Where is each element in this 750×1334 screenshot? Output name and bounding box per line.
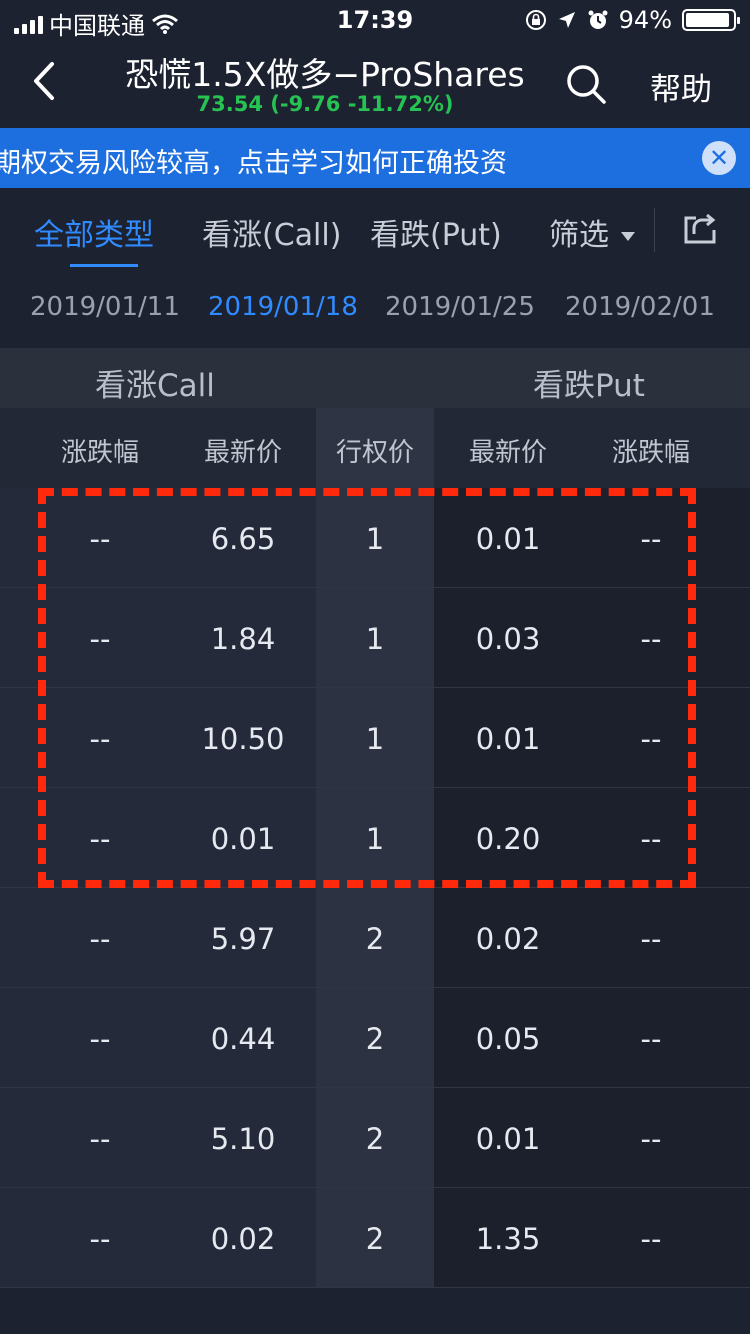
call-price-cell[interactable]: 0.01 [163,822,323,856]
battery-percent: 94% [618,6,672,34]
put-change-cell: -- [640,1022,662,1056]
call-change-cell: -- [89,1022,111,1056]
put-change-cell: -- [640,522,662,556]
put-change-cell: -- [640,1122,662,1156]
page-title: 恐慌1.5X做多−ProShares [125,55,525,94]
call-price-cell[interactable]: 10.50 [163,722,323,756]
orientation-lock-icon [525,10,546,30]
call-change-cell: -- [89,722,111,756]
call-change-cell: -- [89,1222,111,1256]
nav-bar: 恐慌1.5X做多−ProShares 73.54 (-9.76 -11.72%)… [0,42,750,128]
call-price-cell[interactable]: 5.10 [163,1122,323,1156]
type-tabs: 全部类型 看涨(Call) 看跌(Put) 筛选 [0,188,750,269]
call-change-cell: -- [89,822,111,856]
call-change-cell: -- [89,1122,111,1156]
close-icon[interactable]: ✕ [702,141,736,175]
table-row[interactable]: -- 1.84 1 0.03 -- [0,588,750,688]
strike-cell: 1 [365,722,385,756]
battery-icon [682,9,740,31]
table-row[interactable]: -- 6.65 1 0.01 -- [0,488,750,588]
strike-cell: 1 [365,822,385,856]
location-icon [558,12,575,28]
table-row[interactable]: -- 0.44 2 0.05 -- [0,988,750,1088]
status-right: 94% [525,6,740,34]
search-icon[interactable] [564,62,608,106]
call-price-cell[interactable]: 0.02 [163,1222,323,1256]
date-option[interactable]: 2019/01/11 [30,292,180,322]
alarm-icon [588,10,608,29]
table-row[interactable]: -- 0.02 2 1.35 -- [0,1188,750,1288]
help-button[interactable]: 帮助 [650,64,712,109]
banner-close-button[interactable]: ✕ [702,141,736,175]
date-option-selected[interactable]: 2019/01/18 [208,292,358,322]
put-price-cell[interactable]: 0.02 [428,922,588,956]
table-row[interactable]: -- 5.97 2 0.02 -- [0,888,750,988]
tab-all-types[interactable]: 全部类型 [34,210,154,254]
put-change-header: 涨跌幅 [611,438,690,468]
put-price-cell[interactable]: 0.01 [428,522,588,556]
put-price-cell[interactable]: 0.05 [428,1022,588,1056]
price-quote: 73.54 (-9.76 -11.72%) [196,92,454,116]
risk-warning-text[interactable]: 期权交易风险较高，点击学习如何正确投资 [0,141,507,180]
call-price-cell[interactable]: 5.97 [163,922,323,956]
strike-cell: 2 [365,922,385,956]
table-row[interactable]: -- 10.50 1 0.01 -- [0,688,750,788]
put-change-cell: -- [640,1222,662,1256]
strike-cell: 2 [365,1222,385,1256]
call-change-cell: -- [89,522,111,556]
column-header: 涨跌幅 最新价 行权价 最新价 涨跌幅 [0,408,750,488]
tab-put[interactable]: 看跌(Put) [370,210,502,254]
filter-dropdown[interactable]: 筛选 [549,210,635,254]
option-chain-table: -- 6.65 1 0.01 -- -- 1.84 1 0.03 -- -- 1… [0,488,750,1288]
status-bar: 中国联通 17:39 94% [0,0,750,42]
call-change-cell: -- [89,922,111,956]
put-price-cell[interactable]: 0.03 [428,622,588,656]
share-icon[interactable] [682,210,718,246]
date-option[interactable]: 2019/01/25 [385,292,535,322]
strike-cell: 1 [365,622,385,656]
call-section-title: 看涨Call [95,368,215,404]
date-option[interactable]: 2019/02/01 [565,292,715,322]
put-price-cell[interactable]: 1.35 [428,1222,588,1256]
call-price-cell[interactable]: 0.44 [163,1022,323,1056]
put-price-cell[interactable]: 0.20 [428,822,588,856]
put-section-title: 看跌Put [533,368,645,404]
strike-cell: 1 [365,522,385,556]
call-change-header: 涨跌幅 [60,438,139,468]
strike-cell: 2 [365,1022,385,1056]
put-change-cell: -- [640,722,662,756]
filter-label: 筛选 [549,218,609,253]
tab-divider [654,208,655,252]
risk-warning-banner[interactable]: 期权交易风险较高，点击学习如何正确投资 ✕ [0,128,750,188]
put-change-cell: -- [640,922,662,956]
put-price-cell[interactable]: 0.01 [428,722,588,756]
call-change-cell: -- [89,622,111,656]
tab-call[interactable]: 看涨(Call) [202,210,341,254]
expiry-date-selector: 2019/01/11 2019/01/18 2019/01/25 2019/02… [0,268,750,348]
table-row[interactable]: -- 0.01 1 0.20 -- [0,788,750,888]
table-row[interactable]: -- 5.10 2 0.01 -- [0,1088,750,1188]
put-price-header: 最新价 [468,438,547,468]
call-price-cell[interactable]: 6.65 [163,522,323,556]
battery-fill [686,13,729,27]
section-header: 看涨Call 看跌Put [0,348,750,408]
active-tab-indicator [70,264,138,267]
put-change-cell: -- [640,822,662,856]
put-price-cell[interactable]: 0.01 [428,1122,588,1156]
put-change-cell: -- [640,622,662,656]
call-price-cell[interactable]: 1.84 [163,622,323,656]
chevron-down-icon [621,232,635,241]
strike-cell: 2 [365,1122,385,1156]
